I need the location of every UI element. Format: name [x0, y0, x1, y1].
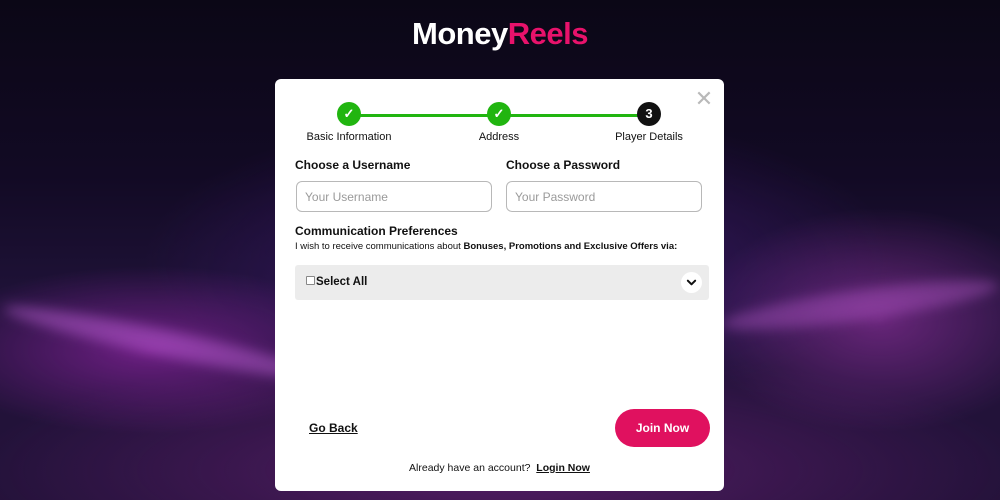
step-basic-information: ✓ Basic Information [294, 102, 404, 143]
step-label: Basic Information [306, 131, 392, 143]
logo-text-reels: Reels [507, 16, 589, 51]
registration-modal: ✕ ✓ Basic Information ✓ Address 3 Player… [275, 79, 724, 491]
chevron-down-icon[interactable] [681, 272, 702, 293]
username-input[interactable] [296, 181, 492, 212]
description-bold-text: Bonuses, Promotions and Exclusive Offers… [463, 241, 678, 252]
check-icon: ✓ [487, 102, 511, 126]
step-address: ✓ Address [444, 102, 554, 143]
join-now-button[interactable]: Join Now [615, 409, 710, 447]
check-icon: ✓ [337, 102, 361, 126]
password-input[interactable] [506, 181, 702, 212]
step-number-badge: 3 [637, 102, 661, 126]
select-all-checkbox[interactable] [306, 276, 315, 285]
username-label: Choose a Username [295, 158, 411, 172]
select-all-label: Select All [316, 276, 368, 288]
step-label: Player Details [615, 131, 683, 143]
logo-text-money: Money [412, 16, 508, 51]
communication-preferences-description: I wish to receive communications about B… [295, 241, 677, 252]
password-label: Choose a Password [506, 158, 621, 172]
description-text: I wish to receive communications about [295, 241, 464, 252]
login-prompt-text: Already have an account? [409, 462, 531, 474]
communication-preferences-title: Communication Preferences [295, 224, 458, 238]
login-now-link[interactable]: Login Now [536, 462, 590, 474]
select-all-row[interactable]: Select All [295, 265, 709, 300]
registration-stepper: ✓ Basic Information ✓ Address 3 Player D… [275, 102, 724, 147]
login-prompt: Already have an account? Login Now [275, 462, 724, 474]
step-player-details: 3 Player Details [594, 102, 704, 143]
step-label: Address [478, 131, 520, 143]
brand-logo: MoneyReels [0, 16, 1000, 52]
go-back-link[interactable]: Go Back [309, 421, 358, 435]
background-streak [719, 270, 1000, 340]
